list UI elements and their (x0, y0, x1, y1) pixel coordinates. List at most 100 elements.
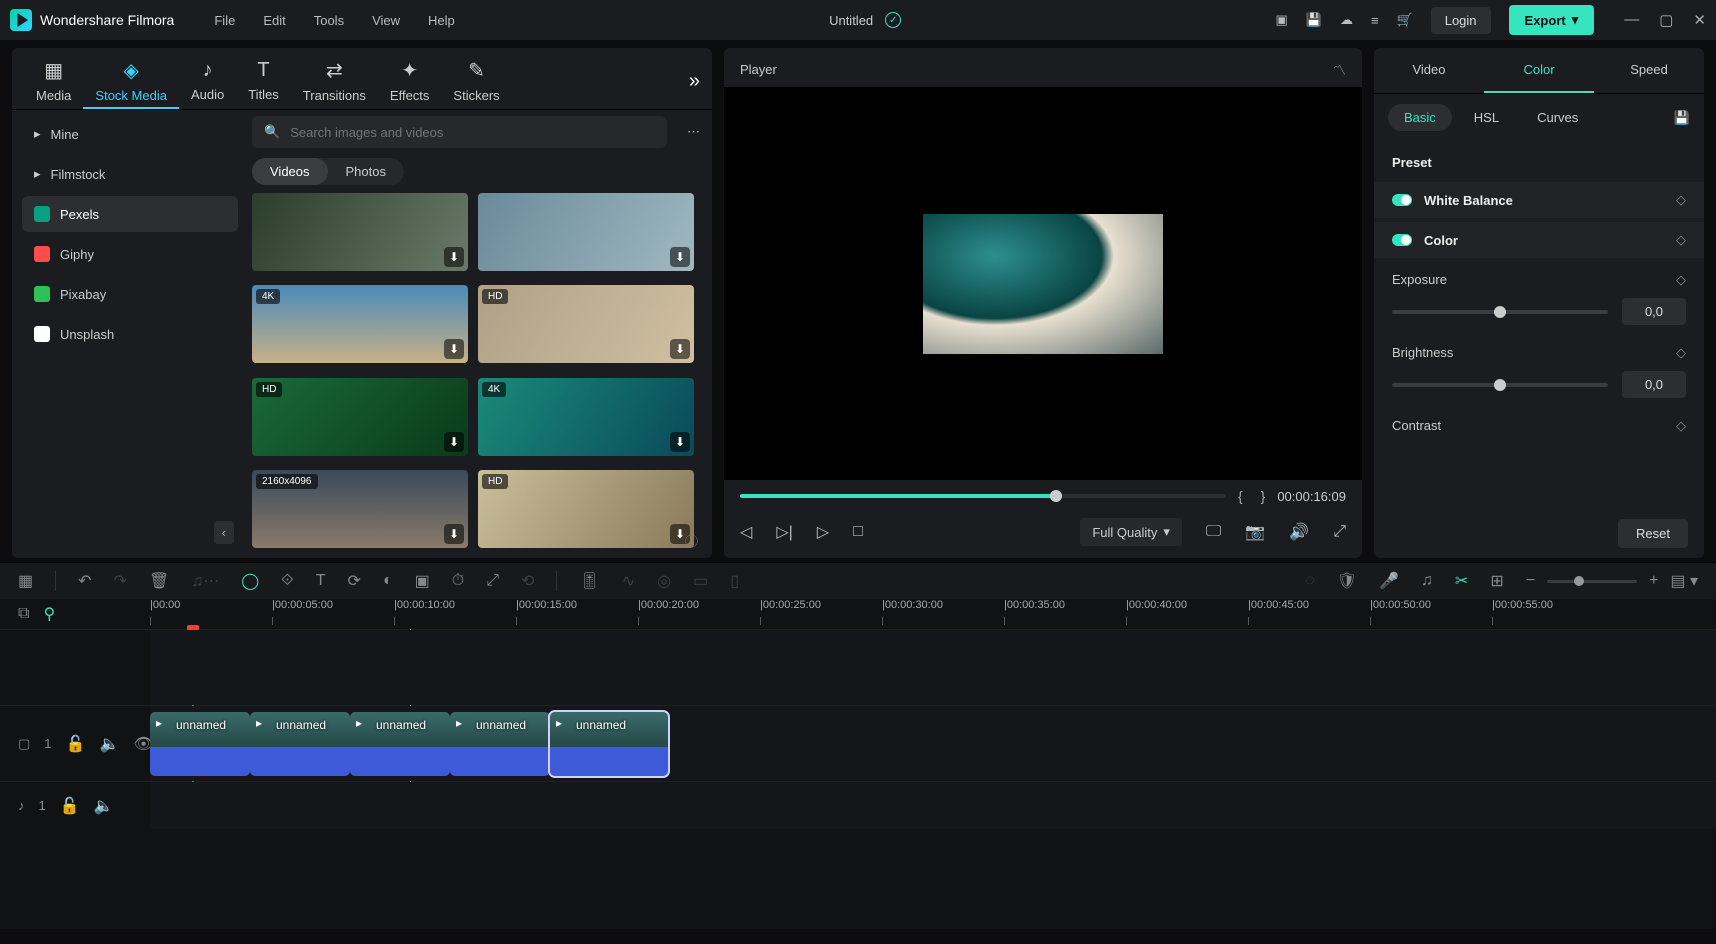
reset-button[interactable]: Reset (1618, 519, 1688, 548)
toggle-color[interactable]: Color ◇ (1374, 222, 1704, 258)
menu-view[interactable]: View (372, 13, 400, 28)
thumbnail[interactable]: HD⬇ (478, 470, 694, 548)
thumbnail[interactable]: 2160x4096⬇ (252, 470, 468, 548)
audio-tool-c[interactable]: ▯ (730, 571, 739, 591)
next-frame-button[interactable]: ▷| (776, 522, 792, 542)
search-more-icon[interactable]: ⋯ (687, 124, 700, 140)
download-icon[interactable]: ⬇ (444, 524, 464, 544)
tab-audio[interactable]: ♪Audio (179, 55, 236, 108)
thumbnail[interactable]: HD⬇ (478, 285, 694, 363)
scissors-icon[interactable]: ✂ (1455, 571, 1468, 591)
sidebar-item-giphy[interactable]: Giphy (22, 236, 238, 272)
tab-speed[interactable]: Speed (1594, 48, 1704, 93)
mute-icon[interactable]: 🔈 (99, 734, 119, 754)
download-icon[interactable]: ⬇ (670, 247, 690, 267)
audio-lane[interactable] (150, 782, 1716, 829)
frame-add-icon[interactable]: ⊞ (1490, 571, 1503, 591)
zoom-in-button[interactable]: + (1649, 572, 1658, 590)
subtab-curves[interactable]: Curves (1521, 104, 1594, 131)
download-icon[interactable]: ⬇ (670, 432, 690, 452)
delete-button[interactable]: 🗑 (149, 571, 169, 591)
thumbnail[interactable]: ⬇ (478, 193, 694, 271)
search-input[interactable] (290, 125, 655, 140)
subtab-basic[interactable]: Basic (1388, 104, 1452, 131)
mute-icon[interactable]: 🔈 (94, 796, 114, 816)
fullscreen-icon[interactable]: ⤢ (1333, 523, 1346, 541)
tab-media[interactable]: ▦Media (24, 54, 83, 109)
minimize-button[interactable]: — (1624, 11, 1639, 29)
eq-tool[interactable]: ∿ (622, 571, 635, 591)
keyframe-icon[interactable]: ◇ (1676, 272, 1686, 288)
timeline-clip[interactable]: ▸unnamed (550, 712, 668, 776)
screen-tool[interactable]: ▣ (415, 571, 430, 591)
chip-videos[interactable]: Videos (252, 158, 328, 185)
info-icon[interactable]: ⓘ (685, 531, 698, 550)
brightness-slider[interactable] (1392, 383, 1608, 387)
lock-icon[interactable]: 🔓 (60, 796, 80, 816)
notes-icon[interactable]: ♫ (1421, 572, 1433, 590)
thumbnail[interactable]: 4K⬇ (478, 378, 694, 456)
prev-frame-button[interactable]: ◁ (740, 522, 752, 542)
grid-icon[interactable]: ▦ (18, 571, 33, 591)
toggle-switch[interactable] (1392, 194, 1412, 206)
timeline-clip[interactable]: ▸unnamed (450, 712, 550, 776)
speed-tool[interactable]: ⟳ (348, 571, 361, 591)
menu-file[interactable]: File (214, 13, 235, 28)
zoom-out-button[interactable]: − (1526, 572, 1535, 590)
view-mode-icon[interactable]: ▤ ▾ (1670, 571, 1698, 591)
crop-tool[interactable]: ⟐ (281, 572, 294, 590)
render-icon[interactable]: ◌ (1305, 572, 1315, 590)
tab-stickers[interactable]: ✎Stickers (441, 54, 511, 109)
menu-help[interactable]: Help (428, 13, 455, 28)
export-button[interactable]: Export▾ (1509, 5, 1595, 35)
link-tool[interactable]: ⟲ (521, 571, 534, 591)
collapse-sidebar-button[interactable]: ‹ (214, 521, 234, 544)
shield-icon[interactable]: 🛡 (1337, 571, 1357, 591)
tab-video[interactable]: Video (1374, 48, 1484, 93)
brightness-value[interactable]: 0,0 (1622, 371, 1686, 398)
undo-button[interactable]: ↶ (78, 571, 91, 591)
timer-tool[interactable]: ⏱ (452, 572, 464, 590)
stop-button[interactable]: □ (853, 523, 863, 541)
toggle-switch[interactable] (1392, 234, 1412, 246)
expand-tool[interactable]: ⤢ (486, 572, 499, 590)
download-icon[interactable]: ⬇ (444, 339, 464, 359)
thumbnail[interactable]: ⬇ (252, 193, 468, 271)
progress-knob[interactable] (1050, 490, 1062, 502)
scopes-icon[interactable]: 〽 (1333, 60, 1346, 79)
sidebar-item-pixabay[interactable]: Pixabay (22, 276, 238, 312)
keyframe-icon[interactable]: ◇ (1676, 232, 1686, 248)
keyframe-icon[interactable]: ◇ (1676, 345, 1686, 361)
timeline-clip[interactable]: ▸unnamed (150, 712, 250, 776)
save-icon[interactable]: 💾 (1306, 12, 1322, 28)
audio-tool-b[interactable]: ▭ (693, 571, 708, 591)
play-button[interactable]: ▷ (817, 522, 829, 542)
slider-knob[interactable] (1494, 379, 1506, 391)
cart-icon[interactable]: 🛒 (1397, 12, 1413, 28)
progress-bar[interactable] (740, 494, 1226, 498)
list-icon[interactable]: ≡ (1371, 13, 1379, 28)
magnet-icon[interactable]: ⚲ (43, 604, 55, 624)
chip-photos[interactable]: Photos (328, 158, 404, 185)
audio-tool-a[interactable]: ◎ (657, 571, 671, 591)
redo-button[interactable]: ↷ (114, 571, 127, 591)
mark-in-button[interactable]: { (1238, 488, 1243, 504)
tab-titles[interactable]: TTitles (236, 55, 291, 108)
thumbnail[interactable]: 4K⬇ (252, 285, 468, 363)
thumbnail[interactable]: HD⬇ (252, 378, 468, 456)
download-icon[interactable]: ⬇ (444, 432, 464, 452)
menu-tools[interactable]: Tools (314, 13, 344, 28)
menu-edit[interactable]: Edit (263, 13, 285, 28)
display-icon[interactable]: 🖵 (1206, 523, 1221, 541)
download-icon[interactable]: ⬇ (670, 339, 690, 359)
zoom-knob[interactable] (1574, 576, 1584, 586)
sidebar-item-filmstock[interactable]: ▸Filmstock (22, 156, 238, 192)
tab-color[interactable]: Color (1484, 48, 1594, 93)
split-audio-button[interactable]: ♫⋯ (191, 571, 219, 591)
snapshot-icon[interactable]: 📷 (1245, 522, 1265, 542)
sidebar-item-pexels[interactable]: Pexels (22, 196, 238, 232)
layout-icon[interactable]: ▣ (1275, 12, 1287, 28)
exposure-slider[interactable] (1392, 310, 1608, 314)
volume-icon[interactable]: 🔊 (1289, 522, 1309, 542)
tabs-overflow-icon[interactable]: » (689, 70, 700, 93)
